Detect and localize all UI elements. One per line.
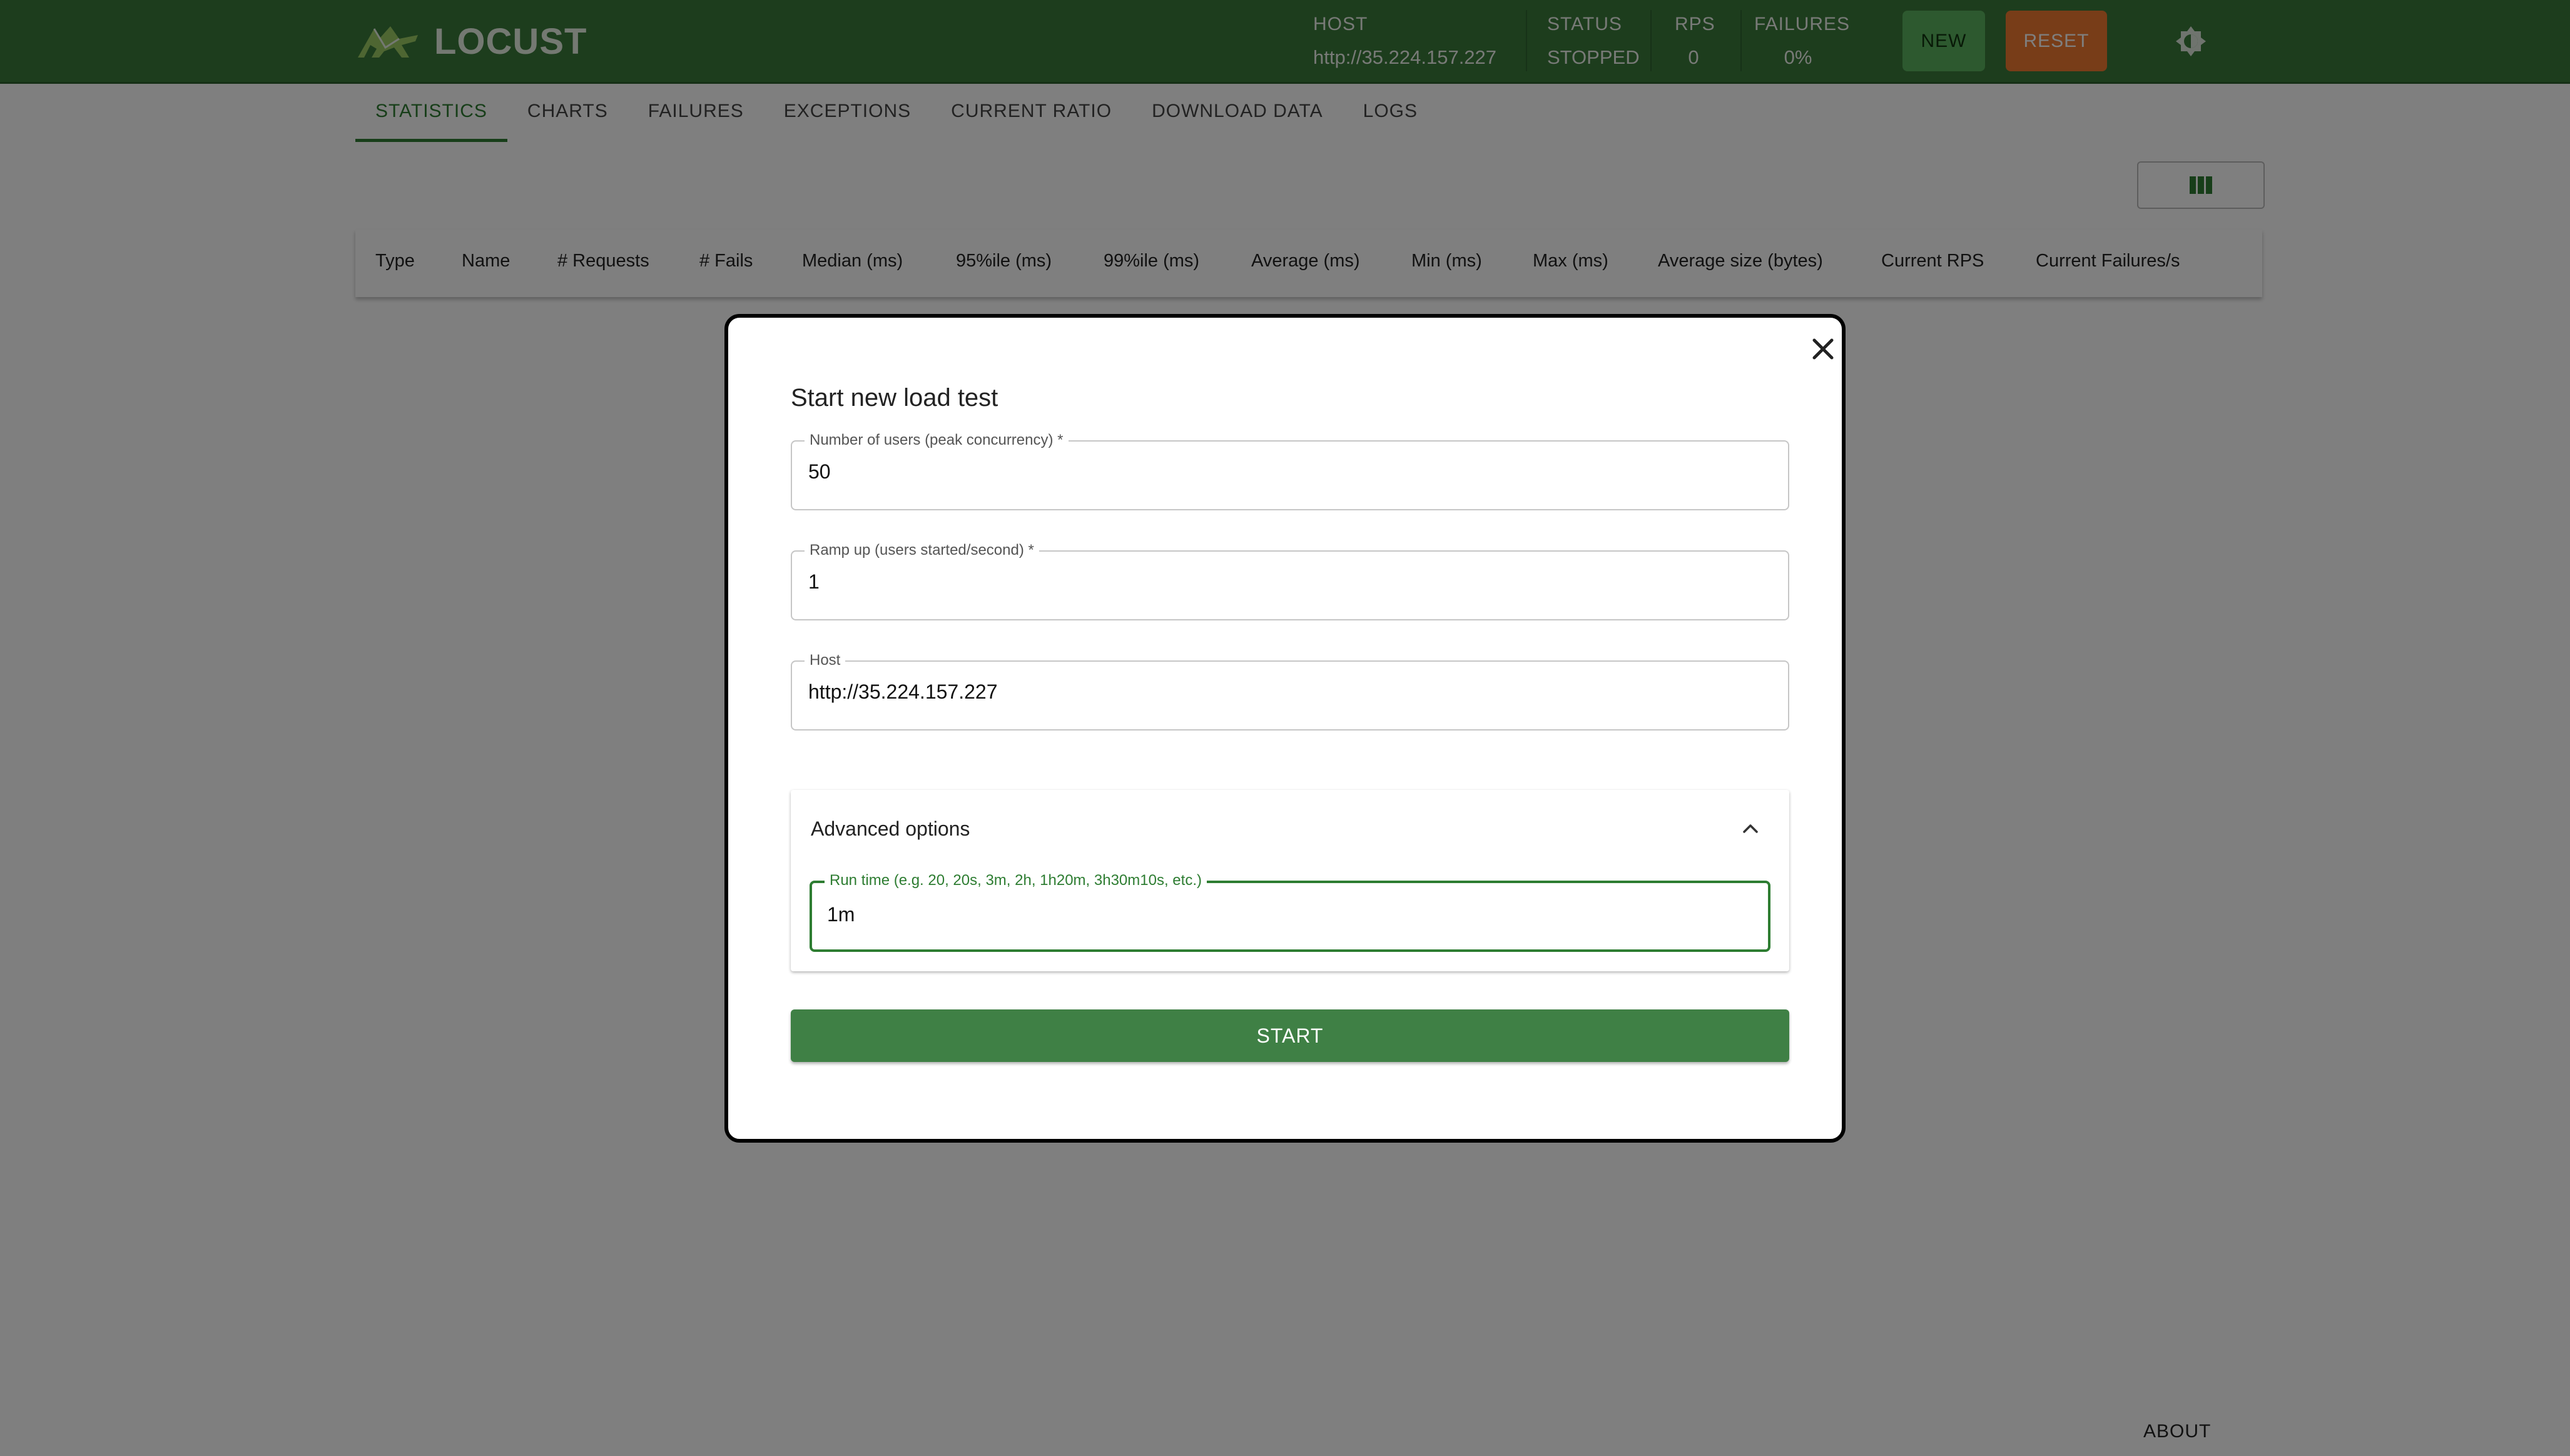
ramp-up-field: Ramp up (users started/second) *	[791, 542, 1789, 620]
run-time-input[interactable]	[827, 903, 1753, 926]
advanced-options-panel: Advanced options Run time (e.g. 20, 20s,…	[791, 790, 1789, 971]
users-input[interactable]	[808, 460, 1772, 483]
users-field: Number of users (peak concurrency) *	[791, 432, 1789, 510]
host-input[interactable]	[808, 680, 1772, 704]
close-icon[interactable]	[1806, 331, 1841, 367]
ramp-up-field-label: Ramp up (users started/second) *	[805, 542, 1039, 559]
start-load-test-dialog: Start new load test Number of users (pea…	[724, 314, 1846, 1143]
dialog-title: Start new load test	[791, 384, 998, 412]
host-field: Host	[791, 652, 1789, 731]
run-time-field-label: Run time (e.g. 20, 20s, 3m, 2h, 1h20m, 3…	[825, 872, 1207, 889]
start-button[interactable]: START	[791, 1009, 1789, 1062]
chevron-up-icon[interactable]	[1739, 817, 1762, 840]
run-time-field: Run time (e.g. 20, 20s, 3m, 2h, 1h20m, 3…	[810, 872, 1770, 952]
ramp-up-input[interactable]	[808, 570, 1772, 594]
users-field-label: Number of users (peak concurrency) *	[805, 432, 1069, 449]
host-field-label: Host	[805, 652, 846, 669]
advanced-options-toggle[interactable]: Advanced options	[811, 817, 970, 841]
